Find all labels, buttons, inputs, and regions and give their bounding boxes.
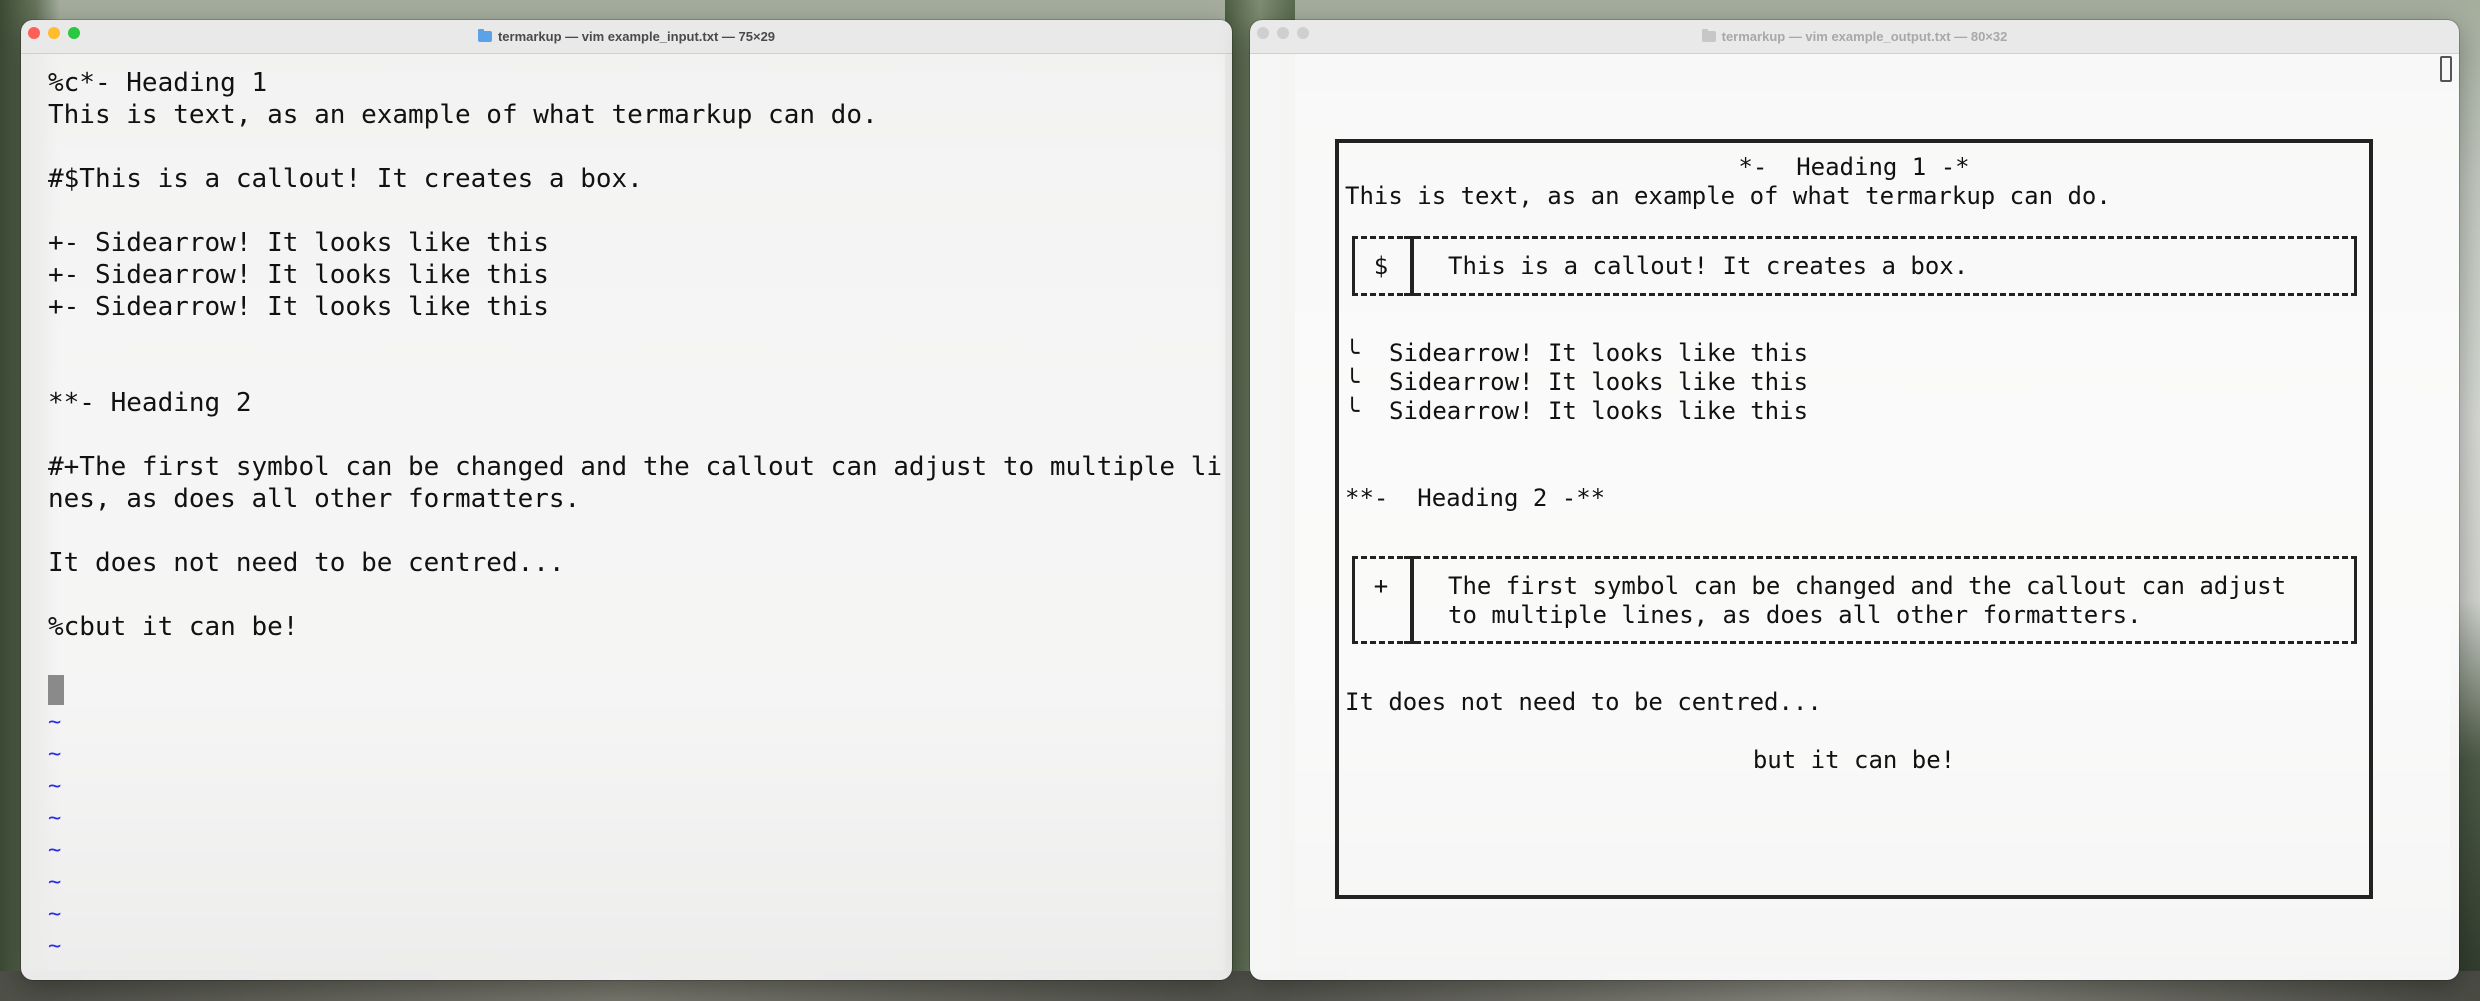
- editor-line-16: It does not need to be centred...: [48, 548, 565, 578]
- editor-line-1: %c*- Heading 1: [48, 68, 268, 98]
- callout-text-line-1: The first symbol can be changed and the …: [1448, 572, 2287, 600]
- window-title-text: termarkup — vim example_input.txt — 75×2…: [497, 29, 776, 44]
- window-title: termarkup — vim example_input.txt — 75×2…: [21, 20, 1232, 53]
- callout-text-line-2: to multiple lines, as does all other for…: [1448, 601, 2142, 629]
- sidearrow-icon: ╰: [1345, 368, 1360, 396]
- close-button[interactable]: [1257, 27, 1269, 39]
- terminal-window-input[interactable]: termarkup — vim example_input.txt — 75×2…: [21, 20, 1232, 980]
- minimize-button[interactable]: [48, 27, 60, 39]
- empty-line-tilde: ~: [48, 870, 62, 895]
- callout-symbol: +: [1373, 572, 1389, 600]
- empty-line-tilde: ~: [48, 934, 62, 959]
- empty-line-tilde: ~: [48, 806, 62, 831]
- folder-icon: [1701, 29, 1716, 42]
- editor-line-7: +- Sidearrow! It looks like this: [48, 260, 549, 290]
- editor-line-6: +- Sidearrow! It looks like this: [48, 228, 549, 258]
- empty-line-tilde: ~: [48, 742, 62, 767]
- empty-line-tilde: ~: [48, 710, 62, 735]
- editor-line-11: **- Heading 2: [48, 388, 252, 418]
- sidearrow-text: Sidearrow! It looks like this: [1389, 368, 1809, 396]
- sidearrow-text: Sidearrow! It looks like this: [1389, 339, 1809, 367]
- editor-line-8: +- Sidearrow! It looks like this: [48, 292, 549, 322]
- empty-line-tilde: ~: [48, 838, 62, 863]
- heading-1: *- Heading 1 -*: [1738, 153, 1970, 181]
- close-button[interactable]: [28, 27, 40, 39]
- terminal-window-output[interactable]: termarkup — vim example_output.txt — 80×…: [1250, 20, 2459, 980]
- callout-text: This is a callout! It creates a box.: [1448, 252, 1969, 280]
- editor-line-13: #+The first symbol can be changed and th…: [48, 452, 1222, 482]
- window-title-text: termarkup — vim example_output.txt — 80×…: [1721, 29, 2008, 44]
- editor-line-4: #$This is a callout! It creates a box.: [48, 164, 643, 194]
- body-text: This is text, as an example of what term…: [1345, 182, 2111, 210]
- zoom-button[interactable]: [68, 27, 80, 39]
- vim-editor[interactable]: %c*- Heading 1 This is text, as an examp…: [21, 54, 1232, 980]
- editor-line-18: %cbut it can be!: [48, 612, 299, 642]
- minimize-button[interactable]: [1277, 27, 1289, 39]
- window-titlebar[interactable]: termarkup — vim example_output.txt — 80×…: [1250, 20, 2459, 54]
- empty-line-tilde: ~: [48, 774, 62, 799]
- editor-line-14: nes, as does all other formatters.: [48, 484, 581, 514]
- centred-text: but it can be!: [1752, 746, 1956, 774]
- sidearrow-icon: ╰: [1345, 397, 1360, 425]
- folder-icon: [477, 29, 492, 42]
- zoom-button[interactable]: [1297, 27, 1309, 39]
- text-cursor: [48, 675, 64, 705]
- window-title: termarkup — vim example_output.txt — 80×…: [1250, 20, 2459, 53]
- window-titlebar[interactable]: termarkup — vim example_input.txt — 75×2…: [21, 20, 1232, 54]
- heading-2: **- Heading 2 -**: [1345, 484, 1606, 512]
- callout-symbol: $: [1373, 252, 1389, 280]
- left-aligned-text: It does not need to be centred...: [1345, 688, 1822, 716]
- sidearrow-text: Sidearrow! It looks like this: [1389, 397, 1809, 425]
- editor-line-2: This is text, as an example of what term…: [48, 100, 878, 130]
- callout-divider: [1404, 556, 1420, 644]
- vim-output[interactable]: *- Heading 1 -* This is text, as an exam…: [1250, 54, 2459, 980]
- sidearrow-icon: ╰: [1345, 339, 1360, 367]
- empty-line-tilde: ~: [48, 902, 62, 927]
- callout-divider: [1404, 236, 1420, 296]
- scrollbar-thumb[interactable]: [2440, 56, 2452, 82]
